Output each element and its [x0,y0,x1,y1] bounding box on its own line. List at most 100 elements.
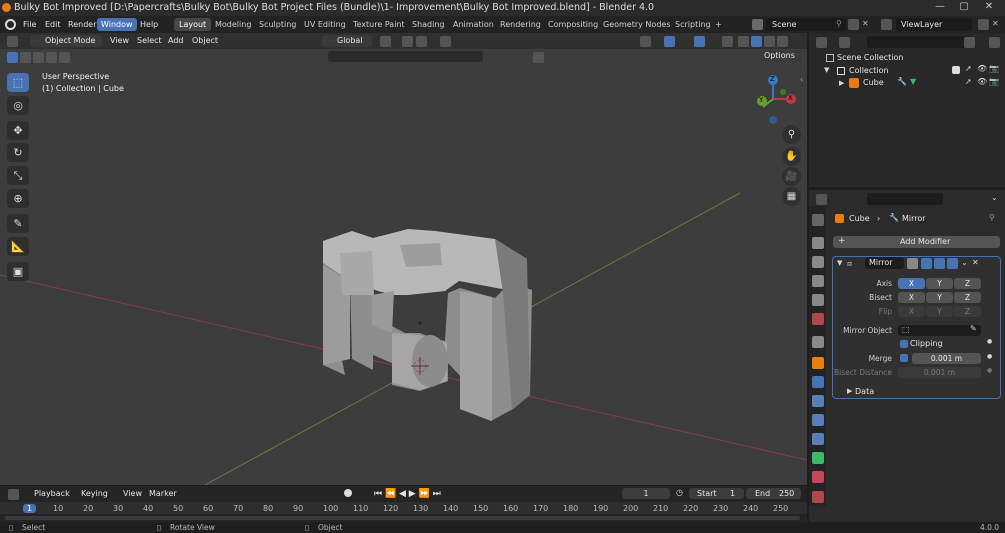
menu-marker[interactable]: Marker [149,488,177,500]
close-button[interactable]: ✕ [976,1,1002,15]
bisect-z-toggle[interactable]: Z [954,292,981,303]
viewport-toggle-icon[interactable] [934,258,945,269]
outliner-search-field[interactable] [867,36,972,48]
shading-material-icon[interactable] [764,36,775,47]
timeline-editor-icon[interactable] [8,489,19,500]
render-toggle-icon[interactable] [947,258,958,269]
constraints-tab-icon[interactable] [812,433,824,445]
menu-add[interactable]: Add [168,35,184,47]
menu-keying[interactable]: Keying [81,488,108,500]
proportional-icon[interactable] [440,36,451,47]
modifier-delete-icon[interactable]: ✕ [972,258,979,267]
remove-scene-icon[interactable]: ✕ [862,19,869,28]
add-cube-tool[interactable]: ▣ [7,262,29,281]
tab-geometry-nodes[interactable]: Geometry Nodes [598,18,675,31]
record-icon[interactable] [344,489,352,497]
playback-controls[interactable]: ⏮ ⏪ ◀ ▶ ⏩ ⏭ [374,488,441,500]
overlay-toggle-icon[interactable] [694,36,705,47]
menu-view[interactable]: View [110,35,129,47]
properties-search-field[interactable] [867,193,943,205]
render-camera-icon[interactable]: 📷 [989,64,999,73]
tab-compositing[interactable]: Compositing [543,18,603,31]
merge-checkbox[interactable] [900,354,908,362]
object-camera-icon[interactable]: 📷 [989,77,999,86]
outliner-scene-collection[interactable]: Scene Collection [837,52,904,64]
add-workspace-icon[interactable]: + [710,18,727,31]
clipping-checkbox[interactable] [900,340,908,348]
collection-expand-icon[interactable]: ▼ [824,66,829,74]
object-expand-icon[interactable]: ▶ [839,79,844,87]
properties-editor-icon[interactable] [816,194,827,205]
bisect-x-toggle[interactable]: X [898,292,925,303]
remove-view-layer-icon[interactable]: ✕ [992,19,999,28]
menu-help[interactable]: Help [136,18,162,31]
xray-icon[interactable] [722,36,733,47]
merge-keyframe-icon[interactable]: ● [987,353,992,360]
object-tab-icon[interactable] [812,357,824,369]
view-layer-icon[interactable] [881,19,892,30]
scale-tool[interactable]: ⤡ [7,166,29,185]
new-scene-icon[interactable] [848,19,859,30]
3d-viewport[interactable]: User Perspective (1) Collection | Cube ⬚… [0,33,807,485]
filter-icon[interactable] [533,52,544,63]
menu-render[interactable]: Render [64,18,100,31]
snap-target-icon[interactable] [416,36,427,47]
tab-shading[interactable]: Shading [407,18,450,31]
ortho-grid-icon[interactable]: ▦ [782,187,801,206]
editor-type-icon[interactable] [7,36,18,47]
material-tab-icon[interactable] [812,471,824,483]
menu-timeline-view[interactable]: View [123,488,142,500]
particles-tab-icon[interactable] [812,395,824,407]
tool-tab-icon[interactable] [812,214,824,226]
select-mode-subtract-icon[interactable] [33,52,44,63]
filter-search-field[interactable] [328,51,483,62]
mirror-object-field[interactable] [898,325,981,336]
world-tab-icon[interactable] [812,313,824,325]
properties-options-icon[interactable]: ⌄ [991,193,998,202]
menu-window[interactable]: Window [97,18,137,31]
zoom-icon[interactable]: ⚲ [782,125,801,144]
exclude-checkbox[interactable] [952,66,960,74]
modifier-tab-icon[interactable] [812,376,824,388]
collection-tab-icon[interactable] [812,336,824,348]
select-box-tool[interactable]: ⬚ [7,73,29,92]
tab-modeling[interactable]: Modeling [210,18,256,31]
sidebar-toggle-icon[interactable]: ‹ [800,75,803,84]
tab-scripting[interactable]: Scripting [670,18,716,31]
axis-y-toggle[interactable]: Y [926,278,953,289]
physics-tab-icon[interactable] [812,414,824,426]
menu-edit[interactable]: Edit [41,18,65,31]
cursor-tool[interactable]: ◎ [7,96,29,115]
outliner-collection[interactable]: Collection [849,65,889,77]
texture-tab-icon[interactable] [812,491,824,503]
timeline-scrollbar[interactable] [5,516,800,520]
outliner-editor-icon[interactable] [816,37,827,48]
shading-solid-icon[interactable] [751,36,762,47]
scene-tab-icon[interactable] [812,294,824,306]
minimize-button[interactable]: — [927,1,953,15]
bisect-distance-keyframe-icon[interactable]: ● [987,367,992,374]
data-expand-icon[interactable]: ▶ [847,387,852,395]
outliner-cube[interactable]: Cube [863,77,884,89]
rotate-tool[interactable]: ↻ [7,143,29,162]
tab-animation[interactable]: Animation [448,18,499,31]
merge-distance-field[interactable]: 0.001 m [912,353,981,364]
gizmo-toggle-icon[interactable] [664,36,675,47]
object-selectable-icon[interactable]: ➚ [965,77,972,86]
new-collection-icon[interactable] [989,37,1000,48]
object-eye-icon[interactable]: 👁 [977,77,987,86]
preview-range-icon[interactable]: ◷ [676,488,683,497]
edit-mode-toggle-icon[interactable] [907,258,918,269]
scene-icon[interactable] [752,19,763,30]
outliner-display-icon[interactable] [839,37,850,48]
data-subpanel-label[interactable]: Data [855,386,874,398]
move-tool[interactable]: ✥ [7,121,29,140]
annotate-tool[interactable]: ✎ [7,214,29,233]
select-mode-extend-icon[interactable] [20,52,31,63]
data-tab-icon[interactable] [812,452,824,464]
snap-icon[interactable] [402,36,413,47]
axis-z-toggle[interactable]: Z [954,278,981,289]
shading-rendered-icon[interactable] [777,36,788,47]
viewport-scene[interactable] [0,33,807,485]
current-frame-field[interactable]: 1 [622,488,670,499]
